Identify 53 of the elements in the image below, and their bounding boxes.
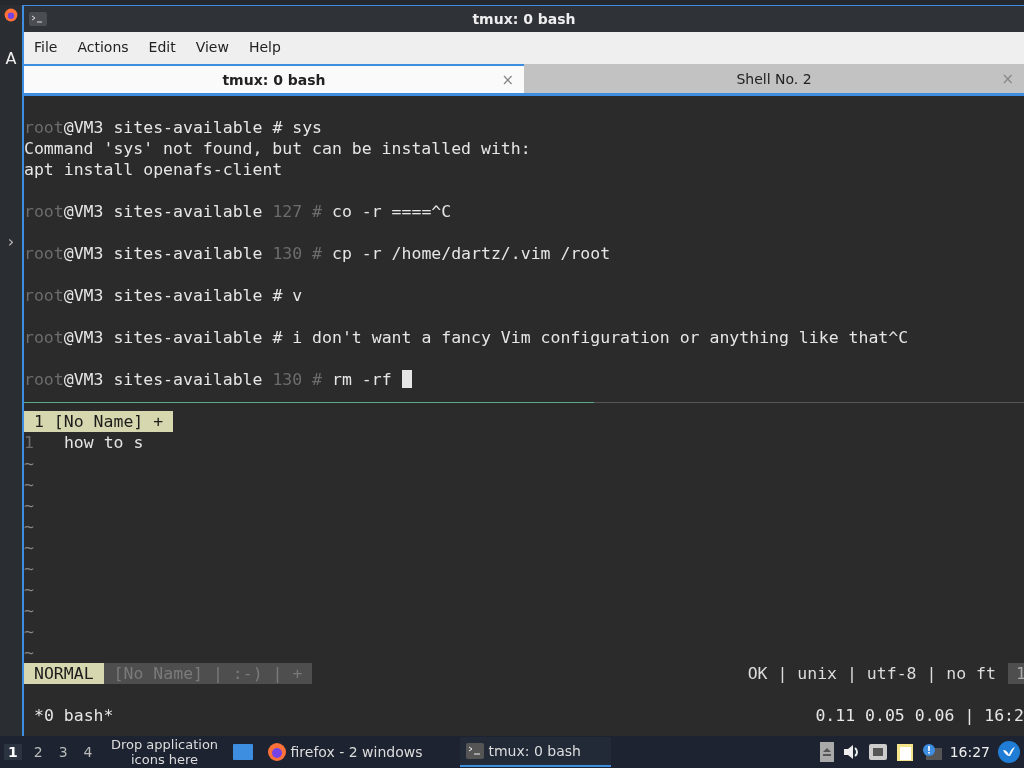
tmux-status-right: 0.11 0.05 0.06 | 16:2: [815, 705, 1024, 726]
empty-line-marker: ~: [24, 475, 34, 494]
file-info: OK | unix | utf-8 | no ft: [747, 663, 997, 684]
workspace-button[interactable]: 2: [29, 744, 47, 760]
prompt-line: root@VM3 sites-available # v: [24, 285, 304, 306]
empty-line-marker: ~: [24, 580, 34, 599]
empty-line-marker: ~: [24, 601, 34, 620]
clipboard-icon[interactable]: [895, 742, 914, 762]
speaker-icon[interactable]: [841, 743, 860, 761]
menu-item[interactable]: Edit: [140, 37, 184, 57]
menu-item[interactable]: Actions: [69, 37, 137, 57]
task-button[interactable]: firefox - 2 windows: [260, 737, 453, 767]
buffer-line: how to s: [63, 432, 144, 453]
app-label: A: [5, 49, 17, 68]
terminal-icon: [466, 743, 485, 759]
prompt-line: root@VM3 sites-available 130 # cp -r /home/dartz/.vim /root: [24, 243, 612, 264]
terminal-icon: [29, 12, 47, 26]
chevron-icon[interactable]: ›: [7, 232, 15, 251]
empty-line-marker: ~: [24, 622, 34, 641]
desktop-icon[interactable]: [232, 744, 253, 760]
browser-icon: [266, 742, 287, 762]
clock[interactable]: 16:27: [949, 744, 990, 760]
empty-line-marker: ~: [24, 538, 34, 557]
launcher-hint: Drop application icons here: [109, 737, 220, 767]
tab[interactable]: Shell No. 2 ×: [524, 64, 1024, 93]
empty-line-marker: ~: [24, 496, 34, 515]
mode-indicator: NORMAL: [24, 663, 104, 684]
menu-item[interactable]: Help: [240, 37, 289, 57]
output-line: apt install openafs-client: [24, 159, 284, 180]
workspace-button[interactable]: 3: [54, 744, 72, 760]
menu-item[interactable]: File: [26, 37, 66, 57]
empty-line-marker: ~: [24, 454, 34, 473]
prompt-line: root@VM3 sites-available # sys: [24, 117, 324, 138]
empty-line-marker: ~: [24, 643, 34, 662]
menu-item[interactable]: View: [187, 37, 237, 57]
workspace-button[interactable]: 4: [79, 744, 97, 760]
workspace-button[interactable]: 1: [4, 744, 22, 760]
cursor-position: 1: [1008, 663, 1024, 684]
task-button[interactable]: tmux: 0 bash: [460, 737, 611, 767]
vim-tab[interactable]: 1 [No Name] +: [24, 411, 174, 432]
notification-icon[interactable]: [921, 743, 942, 761]
prompt-line: root@VM3 sites-available # i don't want a fancy Vim configuration or anything like that^C: [24, 327, 910, 348]
window-title: tmux: 0 bash: [471, 11, 577, 27]
empty-line-marker: ~: [24, 559, 34, 578]
eject-icon[interactable]: [819, 742, 834, 762]
line-number: 1: [24, 432, 34, 453]
prompt-line: root@VM3 sites-available 130 # rm -rf: [24, 369, 1024, 390]
output-line: Command 'sys' not found, but can be installed with:: [24, 138, 532, 159]
tab[interactable]: tmux: 0 bash ×: [24, 64, 524, 93]
prompt-line: root@VM3 sites-available 127 # co -r ====^C: [24, 201, 453, 222]
tmux-window-list: *0 bash*: [34, 705, 114, 726]
empty-line-marker: ~: [24, 517, 34, 536]
browser-icon[interactable]: [3, 7, 19, 23]
